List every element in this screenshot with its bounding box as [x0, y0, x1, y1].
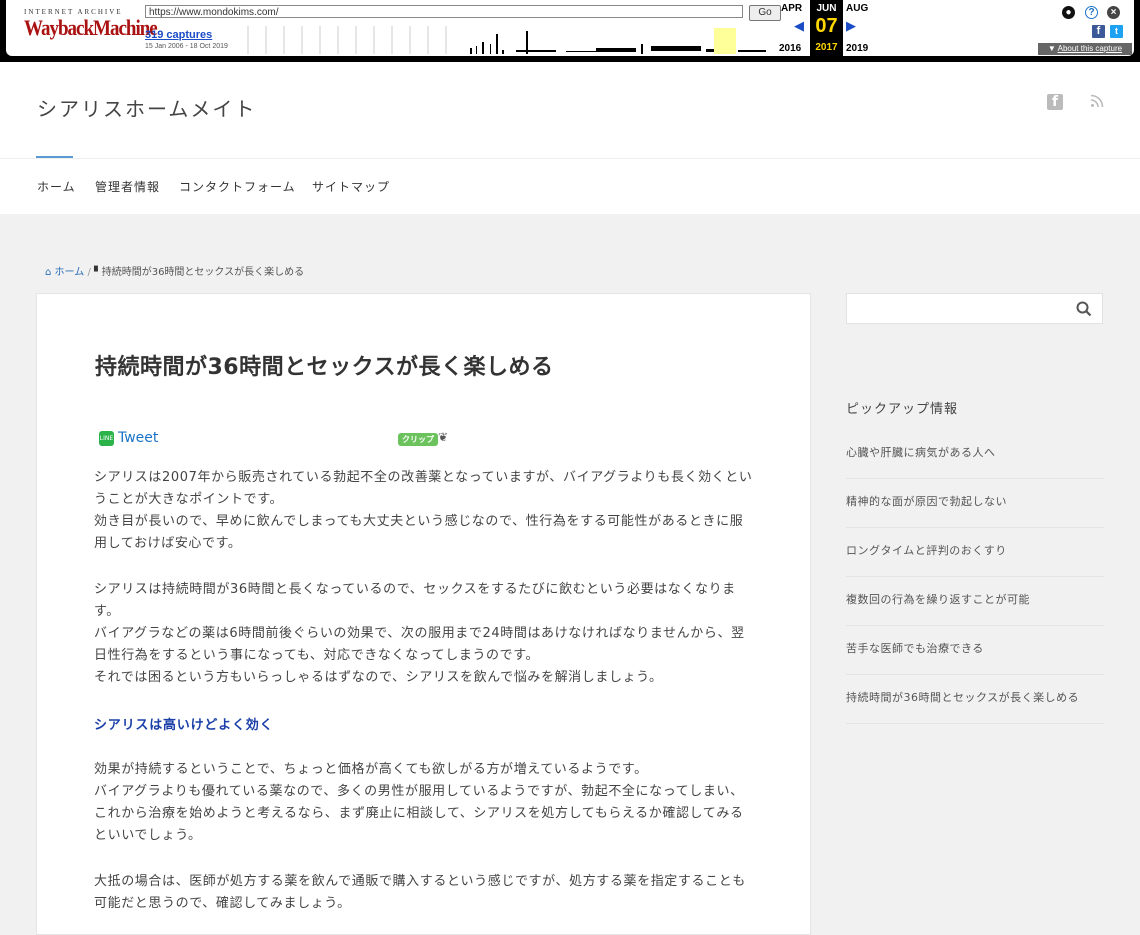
clip-button[interactable]: クリップ: [398, 433, 438, 446]
wayback-captures-link[interactable]: 319 captures: [145, 29, 212, 41]
nav-item-home[interactable]: ホーム: [37, 178, 76, 195]
wayback-url-input[interactable]: https://www.mondokims.com/: [145, 5, 743, 18]
breadcrumb-separator: /: [87, 267, 91, 278]
article-paragraph: シアリスは2007年から販売されている勃起不全の改善薬となっていますが、バイアグ…: [94, 470, 753, 551]
about-capture-label: About this capture: [1057, 44, 1123, 53]
sidebar-list: 心臓や肝臓に病気がある人へ 精神的な面が原因で勃起しない ロングタイムと評判のお…: [846, 430, 1104, 724]
main-nav: ホーム 管理者情報 コンタクトフォーム サイトマップ: [0, 156, 1140, 214]
sidebar-item[interactable]: 複数回の行為を繰り返すことが可能: [846, 577, 1104, 626]
breadcrumb-home-link[interactable]: ホーム: [55, 267, 85, 278]
wayback-prev-month[interactable]: APR: [781, 3, 802, 14]
wayback-next-arrow-icon[interactable]: ▶: [846, 18, 856, 34]
wayback-capture-range: 15 Jan 2006 - 18 Oct 2019: [145, 43, 228, 50]
wayback-current-date: JUN 07 2017: [810, 0, 843, 56]
sidebar-item[interactable]: ロングタイムと評判のおくすり: [846, 528, 1104, 577]
wayback-current-month: JUN: [816, 3, 837, 14]
tweet-label: Tweet: [118, 430, 159, 446]
search-icon[interactable]: [1076, 301, 1092, 317]
wayback-current-year: 2017: [815, 42, 838, 53]
wayback-toolbar: INTERNET ARCHIVE WaybackMachine https://…: [0, 0, 1140, 62]
sidebar-item[interactable]: 持続時間が36時間とセックスが長く楽しめる: [846, 675, 1104, 724]
site-header: シアリスホームメイト f: [0, 62, 1140, 158]
home-icon: ⌂: [45, 267, 52, 278]
rss-icon[interactable]: [1089, 94, 1105, 110]
nav-item-admin[interactable]: 管理者情報: [95, 178, 160, 195]
wayback-prev-year[interactable]: 2016: [779, 43, 801, 54]
tweet-button[interactable]: LINE Tweet: [99, 430, 158, 446]
article-subheading: シアリスは高いけどよく効く: [94, 718, 274, 733]
breadcrumb: ⌂ ホーム / ▘持続時間が36時間とセックスが長く楽しめる: [45, 263, 304, 278]
wayback-next-month[interactable]: AUG: [846, 3, 868, 14]
document-icon: ▘: [94, 267, 102, 278]
wayback-sparkline[interactable]: [246, 26, 780, 54]
wayback-next-year[interactable]: 2019: [846, 43, 868, 54]
sidebar-item[interactable]: 心臓や肝臓に病気がある人へ: [846, 430, 1104, 479]
facebook-icon[interactable]: f: [1047, 94, 1063, 110]
nav-item-sitemap[interactable]: サイトマップ: [312, 178, 390, 195]
sidebar-item[interactable]: 精神的な面が原因で勃起しない: [846, 479, 1104, 528]
help-icon[interactable]: ?: [1085, 6, 1098, 19]
article-title: 持続時間が36時間とセックスが長く楽しめる: [95, 355, 554, 380]
account-icon[interactable]: ●: [1062, 6, 1075, 19]
article-paragraph: 効果が持続するということで、ちょっと価格が高くても欲しがる方が増えているようです…: [94, 762, 744, 843]
twitter-icon[interactable]: t: [1110, 25, 1123, 38]
nav-item-contact[interactable]: コンタクトフォーム: [179, 178, 296, 195]
wayback-go-button[interactable]: Go: [749, 5, 781, 21]
close-icon[interactable]: ×: [1107, 6, 1120, 19]
about-capture-link[interactable]: ▼ About this capture: [1038, 43, 1132, 55]
wayback-panel: INTERNET ARCHIVE WaybackMachine https://…: [6, 0, 1134, 56]
wayback-logo[interactable]: WaybackMachine: [24, 16, 158, 41]
evernote-icon[interactable]: ❦: [438, 430, 452, 444]
facebook-icon[interactable]: f: [1092, 25, 1105, 38]
breadcrumb-current: 持続時間が36時間とセックスが長く楽しめる: [101, 267, 305, 278]
sidebar-item[interactable]: 苦手な医師でも治療できる: [846, 626, 1104, 675]
site-title[interactable]: シアリスホームメイト: [37, 93, 256, 122]
search-input[interactable]: [846, 293, 1103, 324]
line-icon[interactable]: LINE: [99, 430, 114, 446]
nav-active-indicator: [36, 156, 73, 158]
article-paragraph: 大抵の場合は、医師が処方する薬を飲んで通販で購入するという感じですが、処方する薬…: [94, 874, 746, 911]
wayback-prev-arrow-icon[interactable]: ◀: [794, 18, 804, 34]
wayback-current-day: 07: [815, 15, 838, 37]
article-card: 持続時間が36時間とセックスが長く楽しめる LINE Tweet クリップ ❦ シ…: [36, 293, 811, 935]
article-paragraph: シアリスは持続時間が36時間と長くなっているので、セックスをするたびに飲むという…: [94, 582, 745, 685]
sidebar-title: ピックアップ情報: [846, 402, 959, 417]
wayback-logo-caption: INTERNET ARCHIVE: [24, 8, 123, 16]
